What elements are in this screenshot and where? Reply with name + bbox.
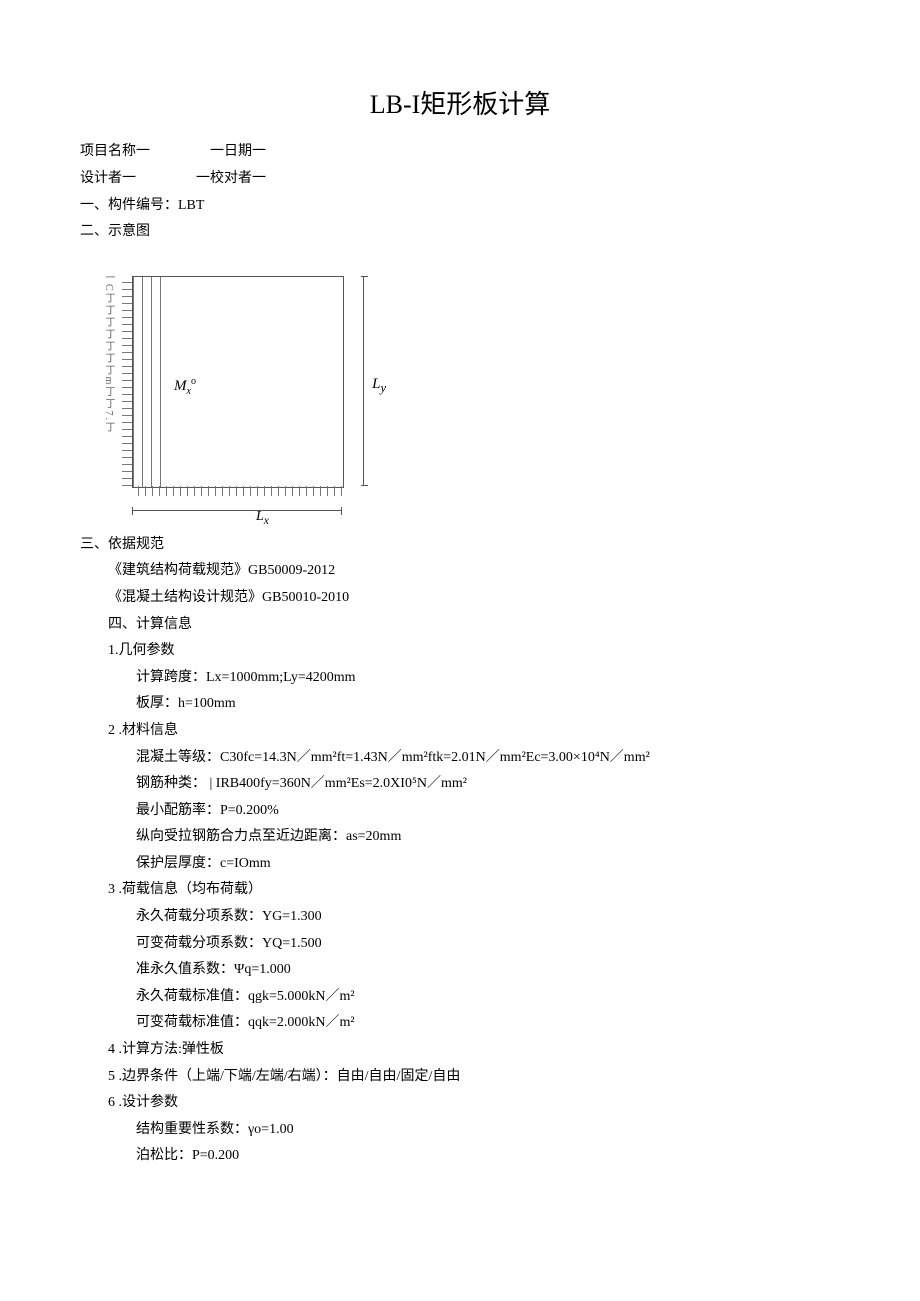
lx-sub: x	[264, 514, 269, 527]
designer-label: 设计者一	[80, 166, 136, 193]
page-title: LB-I矩形板计算	[80, 80, 840, 129]
spec-line-2: 《混凝土结构设计规范》GB50010-2010	[80, 585, 840, 612]
checker-label: 一校对者一	[196, 166, 266, 193]
param-1b: 板厚：h=100mm	[80, 691, 840, 718]
param-6b: 泊松比：P=0.200	[80, 1143, 840, 1170]
param-4: 4 .计算方法:弹性板	[80, 1037, 840, 1064]
param-2d: 纵向受拉钢筋合力点至近边距离：as=20mm	[80, 824, 840, 851]
param-2b: 钢筋种类： | IRB400fy=360N／mm²Es=2.0XI0⁵N／mm²	[80, 771, 840, 798]
param-2: 2 .材料信息	[80, 718, 840, 745]
param-1a: 计算跨度：Lx=1000mm;Ly=4200mm	[80, 665, 840, 692]
diagram-dim-horizontal	[132, 510, 342, 511]
project-name-label: 项目名称一	[80, 139, 150, 166]
ly-sub: y	[380, 381, 386, 395]
spec-line-1: 《建筑结构荷载规范》GB50009-2012	[80, 558, 840, 585]
param-5: 5 .边界条件（上端/下端/左端/右端）：自由/自由/固定/自由	[80, 1064, 840, 1091]
param-3b: 可变荷载分项系数：YQ=1.500	[80, 931, 840, 958]
diagram-dim-vertical	[363, 276, 364, 486]
param-1: 1.几何参数	[80, 638, 840, 665]
mx-base: M	[174, 378, 187, 394]
diagram-y-axis-text: 一C丁丁丁丁丁丁丁m丁丁7.丁	[106, 272, 118, 504]
diagram-hatch-bottom	[132, 486, 342, 496]
lx-base: L	[256, 509, 264, 524]
param-3c: 准永久值系数：Ψq=1.000	[80, 957, 840, 984]
param-3: 3 .荷载信息（均布荷载）	[80, 877, 840, 904]
meta-row-1: 项目名称一 一日期一	[80, 139, 840, 166]
param-3a: 永久荷载分项系数：YG=1.300	[80, 904, 840, 931]
meta-row-2: 设计者一 一校对者一	[80, 166, 840, 193]
param-3e: 可变荷载标准值：qqk=2.000kN／m²	[80, 1010, 840, 1037]
section-1: 一、构件编号：LBT	[80, 193, 840, 220]
param-6: 6 .设计参数	[80, 1090, 840, 1117]
diagram-label-ly: Ly	[372, 370, 386, 401]
section-3: 三、依据规范	[80, 532, 840, 559]
section-4: 四、计算信息	[80, 612, 840, 639]
param-2a: 混凝土等级：C30fc=14.3N／mm²ft=1.43N／mm²ftk=2.0…	[80, 745, 840, 772]
mx-sup: o	[191, 376, 196, 387]
diagram-label-mx: Mxo	[174, 372, 196, 401]
mx-sub: x	[187, 386, 191, 397]
diagram-label-lx: Lx	[256, 504, 269, 532]
param-3d: 永久荷载标准值：qgk=5.000kN／m²	[80, 984, 840, 1011]
schematic-diagram: 一C丁丁丁丁丁丁丁m丁丁7.丁 Mxo Ly Lx	[86, 266, 386, 526]
diagram-hatch-left	[122, 276, 132, 486]
date-label: 一日期一	[210, 139, 266, 166]
diagram-box	[132, 276, 344, 488]
param-2c: 最小配筋率：P=0.200%	[80, 798, 840, 825]
param-6a: 结构重要性系数：γo=1.00	[80, 1117, 840, 1144]
section-2: 二、示意图	[80, 219, 840, 246]
param-2e: 保护层厚度：c=IOmm	[80, 851, 840, 878]
